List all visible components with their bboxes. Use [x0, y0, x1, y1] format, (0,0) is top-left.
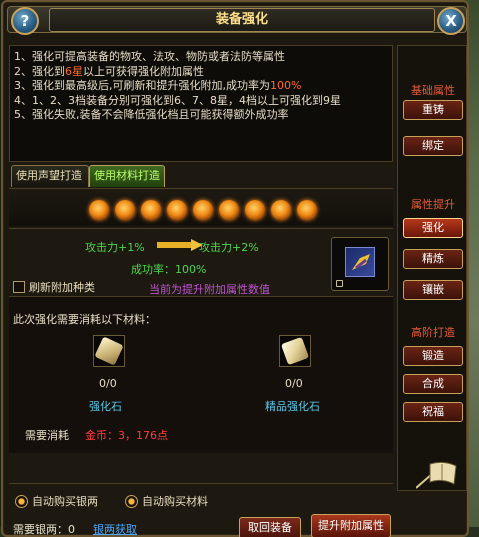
strengthen-stone-name: 强化石: [89, 400, 122, 413]
fine-strengthen-stone-count: 0/0: [285, 377, 303, 390]
refresh-extra-type-option[interactable]: 刷新附加种类: [13, 279, 95, 295]
rule-line-2-text: 2、强化到: [14, 64, 65, 78]
fine-strengthen-stone-icon[interactable]: [279, 335, 311, 367]
star-icon: [219, 200, 239, 220]
star-icon: [193, 200, 213, 220]
sidebar-item-enhance[interactable]: 强化: [403, 218, 463, 238]
rule-line-3: 3、强化到最高级后,可刷新和提升强化附加,成功率为100%: [14, 79, 388, 94]
next-attribute: 攻击力+2%: [199, 241, 259, 254]
equipment-slot[interactable]: [331, 237, 389, 291]
rule-line-2-highlight: 6星: [65, 64, 83, 78]
sidebar-header-basic: 基础属性: [411, 84, 455, 97]
star-icon: [297, 200, 317, 220]
rule-line-3-text: 3、强化到最高级后,可刷新和提升强化附加,成功率为: [14, 79, 270, 92]
rule-line-5: 5、强化失败,装备不会降低强化档且可能获得额外成功率: [14, 108, 289, 121]
rule-line-3-highlight: 100%: [270, 79, 302, 92]
sidebar-header-advanced: 高阶打造: [411, 326, 455, 339]
upgrade-note: 当前为提升附加属性数值: [149, 283, 270, 296]
star-icon: [167, 200, 187, 220]
lock-icon: [336, 280, 343, 287]
auto-buy-silver-radio[interactable]: [15, 494, 28, 508]
sidebar-item-forge[interactable]: 锻造: [403, 346, 463, 366]
sidebar: 基础属性 重铸 绑定 属性提升 强化 精炼 镶嵌 高阶打造 锻造 合成 祝福: [397, 45, 467, 491]
sidebar-item-bless[interactable]: 祝福: [403, 402, 463, 422]
sidebar-header-upgrade: 属性提升: [411, 198, 455, 211]
scroll-book-icon: [416, 461, 457, 489]
auto-buy-material-label: 自动购买材料: [142, 495, 208, 508]
help-icon[interactable]: ?: [11, 7, 39, 35]
cost-label: 需要消耗: [25, 429, 69, 442]
auto-buy-silver-label: 自动购买银两: [32, 495, 98, 508]
star-icon: [271, 200, 291, 220]
auto-buy-material-option[interactable]: 自动购买材料: [125, 493, 208, 509]
tab-reputation-craft[interactable]: 使用声望打造: [11, 165, 89, 187]
refresh-checkbox[interactable]: [13, 281, 25, 293]
window-title: 装备强化: [49, 8, 435, 32]
current-attribute: 攻击力+1%: [85, 241, 145, 254]
auto-buy-silver-option[interactable]: 自动购买银两: [15, 493, 98, 509]
strengthen-stone-icon[interactable]: [93, 335, 125, 367]
close-icon[interactable]: X: [437, 7, 465, 35]
refresh-label: 刷新附加种类: [29, 281, 95, 294]
materials-title: 此次强化需要消耗以下材料：: [13, 313, 156, 326]
strengthen-stone-count: 0/0: [99, 377, 117, 390]
rule-line-2: 2、强化到6星以上可获得强化附加属性: [14, 65, 388, 80]
star-icon: [141, 200, 161, 220]
sidebar-item-bind[interactable]: 绑定: [403, 136, 463, 156]
tab-material-craft[interactable]: 使用材料打造: [89, 165, 165, 187]
rule-line-1: 1、强化可提高装备的物攻、法攻、物防或者法防等属性: [14, 50, 285, 63]
get-silver-link[interactable]: 银两获取: [93, 521, 137, 537]
auto-buy-material-radio[interactable]: [125, 494, 138, 508]
bottom-bar: 自动购买银两 自动购买材料 需要银两：0 银两获取 取回装备 提升附加属性: [9, 483, 393, 537]
sidebar-item-recast[interactable]: 重铸: [403, 100, 463, 120]
rule-line-4: 4、1、2、3档装备分别可强化到6、7、8星，4档以上可强化到9星: [14, 93, 341, 107]
upgrade-panel: 攻击力+1% 攻击力+2% 成功率：100% 刷新附加种类 当前为提升附加属性数…: [9, 228, 393, 296]
star-icon: [115, 200, 135, 220]
equipment-enhance-window: 装备强化 ? X 1、强化可提高装备的物攻、法攻、物防或者法防等属性 2、强化到…: [1, 0, 469, 537]
materials-panel: 此次强化需要消耗以下材料： 0/0 0/0 强化石 精品强化石 需要消耗 金币：…: [9, 296, 393, 453]
gold-cost: 金币：3，176点: [85, 429, 168, 442]
sidebar-item-combine[interactable]: 合成: [403, 374, 463, 394]
silver-needed: 需要银两：0: [13, 523, 75, 536]
rules-description: 1、强化可提高装备的物攻、法攻、物防或者法防等属性 2、强化到6星以上可获得强化…: [9, 45, 393, 162]
equipment-icon: [345, 247, 375, 277]
rule-line-2-text-end: 以上可获得强化附加属性: [83, 64, 204, 78]
success-rate: 成功率：100%: [131, 263, 207, 276]
enhance-star-bar: [9, 188, 393, 226]
retrieve-equipment-button[interactable]: 取回装备: [239, 517, 301, 537]
star-icon: [89, 200, 109, 220]
star-icon: [245, 200, 265, 220]
sidebar-item-inlay[interactable]: 镶嵌: [403, 280, 463, 300]
arrow-right-icon: [157, 239, 203, 251]
sidebar-item-refine[interactable]: 精炼: [403, 249, 463, 269]
upgrade-extra-attribute-button[interactable]: 提升附加属性: [311, 514, 391, 537]
fine-strengthen-stone-name: 精品强化石: [265, 400, 320, 413]
